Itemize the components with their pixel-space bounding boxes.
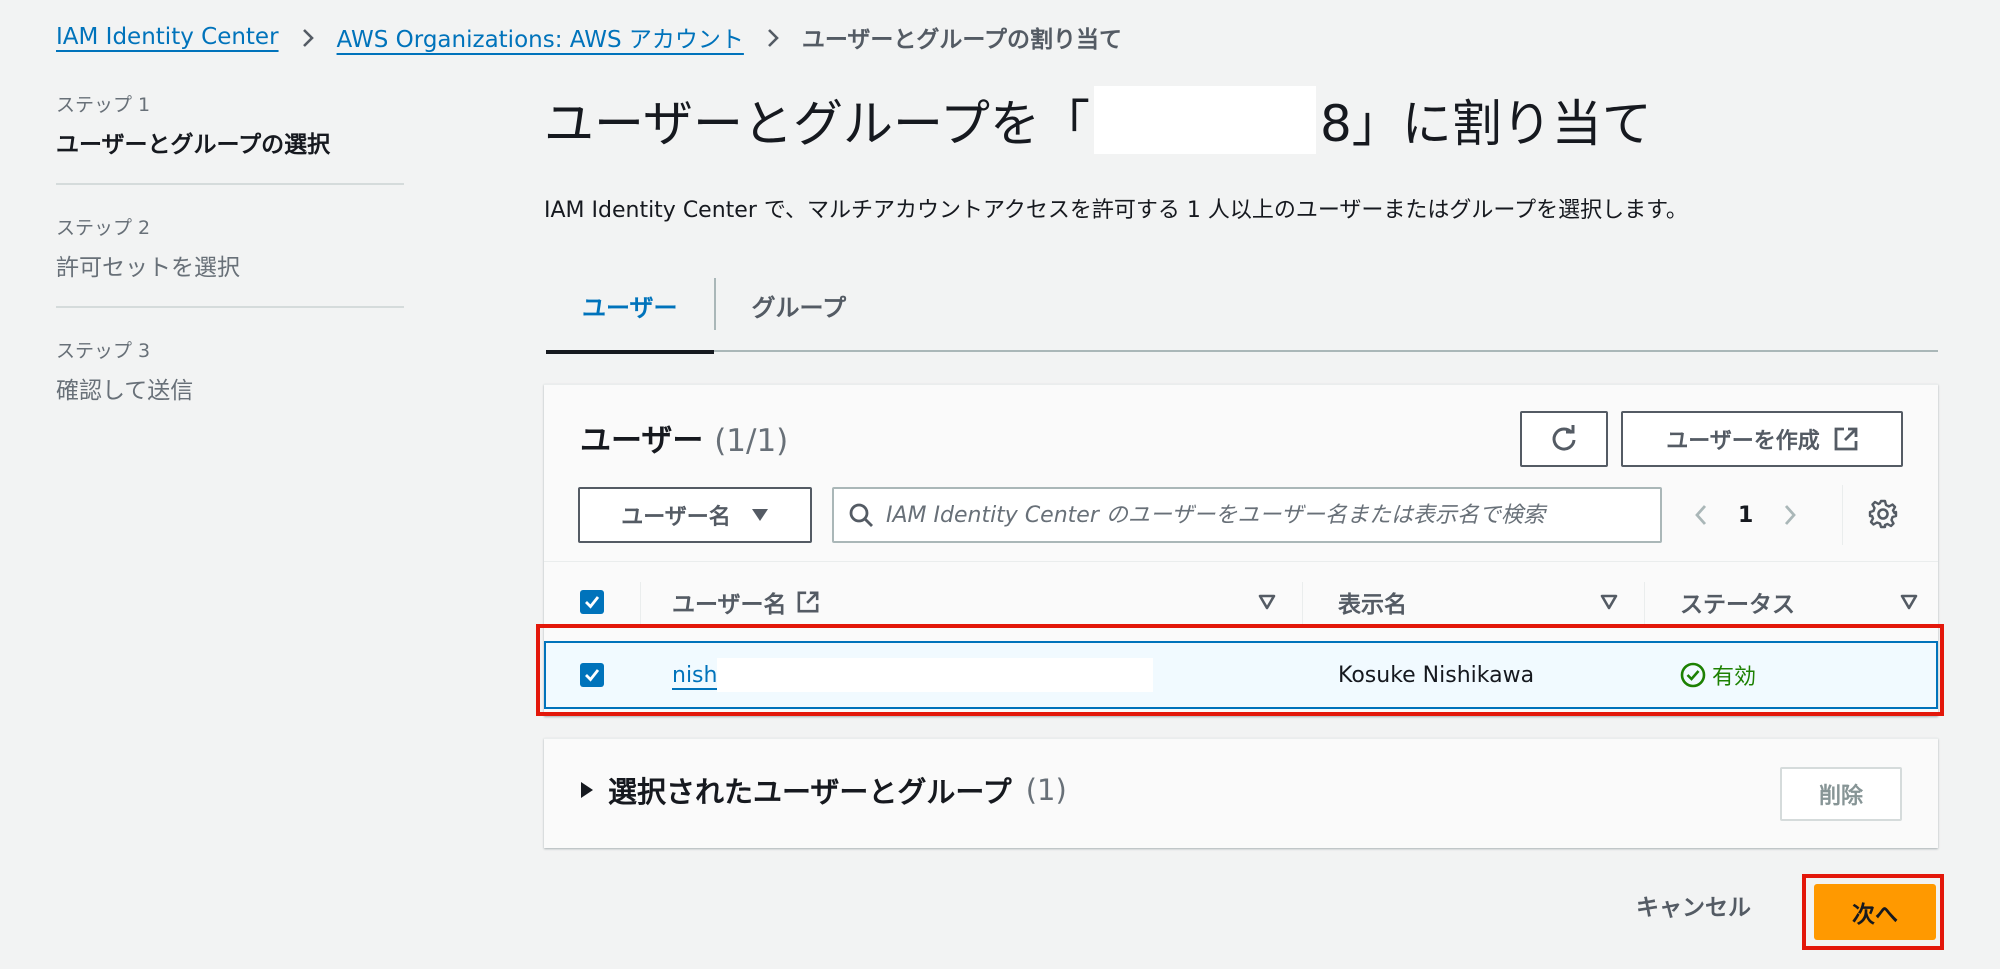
cancel-button[interactable]: キャンセル xyxy=(1636,888,1751,922)
step-title: 確認して送信 xyxy=(56,378,194,404)
pagination: 1 xyxy=(1694,487,1797,543)
search-field[interactable] xyxy=(832,487,1662,543)
preferences-button[interactable] xyxy=(1868,499,1898,533)
next-page-button[interactable] xyxy=(1783,503,1797,527)
checkmark-icon xyxy=(585,596,600,609)
previous-page-button[interactable] xyxy=(1694,503,1708,527)
username-cell: nish xyxy=(672,643,1154,707)
status-label: 有効 xyxy=(1712,665,1757,690)
page-number-1[interactable]: 1 xyxy=(1738,503,1753,528)
step-title: ユーザーとグループの選択 xyxy=(56,132,331,158)
step-2: ステップ 2 許可セットを選択 xyxy=(56,183,404,306)
page-title-suffix: 8」に割り当て xyxy=(1320,95,1652,153)
users-count: (1/1) xyxy=(714,423,789,459)
tab-groups[interactable]: グループ xyxy=(716,270,883,352)
chevron-right-icon xyxy=(301,25,315,50)
status-cell: 有効 xyxy=(1680,643,1756,707)
page-description: IAM Identity Center で、マルチアカウントアクセスを許可する … xyxy=(544,198,1688,223)
wizard-steps: ステップ 1 ユーザーとグループの選択 ステップ 2 許可セットを選択 ステップ… xyxy=(56,90,404,429)
create-user-label: ユーザーを作成 xyxy=(1666,429,1820,454)
column-header-username-label: ユーザー名 xyxy=(672,592,787,618)
external-link-icon xyxy=(797,591,818,613)
select-all-checkbox[interactable] xyxy=(580,590,604,614)
column-header-username[interactable]: ユーザー名 xyxy=(672,562,819,642)
breadcrumb-current: ユーザーとグループの割り当て xyxy=(801,27,1123,53)
username-link[interactable]: nish xyxy=(672,663,717,688)
sort-icon[interactable] xyxy=(1258,594,1276,610)
step-title: 許可セットを選択 xyxy=(56,255,240,281)
row-select-cell xyxy=(580,643,604,707)
refresh-icon xyxy=(1552,425,1576,451)
selected-users-groups-toggle[interactable]: 選択されたユーザーとグループ (1) xyxy=(580,769,1067,811)
breadcrumb: IAM Identity Center AWS Organizations: A… xyxy=(56,20,1122,54)
breadcrumb-aws-accounts[interactable]: AWS Organizations: AWS アカウント xyxy=(337,20,744,54)
search-input[interactable] xyxy=(886,502,1646,528)
selected-count: (1) xyxy=(1025,773,1067,807)
next-button[interactable]: 次へ xyxy=(1814,884,1936,940)
column-header-status-label: ステータス xyxy=(1680,592,1795,618)
caret-down-icon xyxy=(751,509,768,521)
refresh-button[interactable] xyxy=(1520,411,1608,467)
remove-button[interactable]: 削除 xyxy=(1780,767,1902,821)
page-title-prefix: ユーザーとグループを「 xyxy=(544,95,1090,153)
external-link-icon xyxy=(1834,427,1858,451)
page-title: ユーザーとグループを「 8」に割り当て xyxy=(544,84,1938,156)
redacted-account-name xyxy=(1094,86,1316,154)
display-name-cell: Kosuke Nishikawa xyxy=(1338,662,1535,688)
step-number: ステップ 1 xyxy=(56,94,151,116)
breadcrumb-iam-identity-center[interactable]: IAM Identity Center xyxy=(56,24,279,50)
tab-list: ユーザー グループ xyxy=(546,270,1938,354)
column-divider xyxy=(640,582,641,628)
gear-icon xyxy=(1868,499,1898,529)
users-table-container: ユーザー (1/1) ユーザーを作成 ユーザー名 1 xyxy=(544,384,1938,716)
table-header: ユーザー名 表示名 ステータス xyxy=(544,561,1938,641)
select-all-cell xyxy=(580,562,604,642)
table-row[interactable]: nish Kosuke Nishikawa 有効 xyxy=(544,641,1938,709)
column-header-display-name-label: 表示名 xyxy=(1338,592,1407,618)
column-divider xyxy=(1302,582,1303,628)
chevron-right-icon xyxy=(766,25,780,50)
tab-users[interactable]: ユーザー xyxy=(546,270,714,354)
step-number: ステップ 2 xyxy=(56,217,151,239)
create-user-button[interactable]: ユーザーを作成 xyxy=(1621,411,1903,467)
selected-users-groups-title: 選択されたユーザーとグループ xyxy=(608,775,1012,809)
column-divider xyxy=(1644,582,1645,628)
redacted-username xyxy=(717,658,1154,692)
chevron-right-icon xyxy=(1785,505,1797,525)
selected-users-groups-panel: 選択されたユーザーとグループ (1) 削除 xyxy=(544,738,1938,848)
checkmark-icon xyxy=(585,669,600,682)
step-1: ステップ 1 ユーザーとグループの選択 xyxy=(56,90,404,183)
filter-property-select[interactable]: ユーザー名 xyxy=(578,487,812,543)
pager-divider xyxy=(1842,485,1843,545)
column-header-status[interactable]: ステータス xyxy=(1680,562,1795,642)
sort-icon[interactable] xyxy=(1600,594,1618,610)
main-content: ユーザーとグループを「 8」に割り当て IAM Identity Center … xyxy=(544,84,1938,224)
search-icon xyxy=(849,503,873,527)
users-panel-title: ユーザー (1/1) xyxy=(580,415,788,460)
row-checkbox[interactable] xyxy=(580,663,604,687)
caret-right-icon xyxy=(581,782,593,798)
chevron-left-icon xyxy=(1695,505,1707,525)
step-3: ステップ 3 確認して送信 xyxy=(56,306,404,429)
column-header-display-name[interactable]: 表示名 xyxy=(1338,562,1407,642)
step-number: ステップ 3 xyxy=(56,340,151,362)
filter-property-label: ユーザー名 xyxy=(621,505,731,530)
users-panel-title-text: ユーザー xyxy=(580,423,704,459)
sort-icon[interactable] xyxy=(1900,594,1918,610)
status-check-circle-icon xyxy=(1680,662,1706,688)
